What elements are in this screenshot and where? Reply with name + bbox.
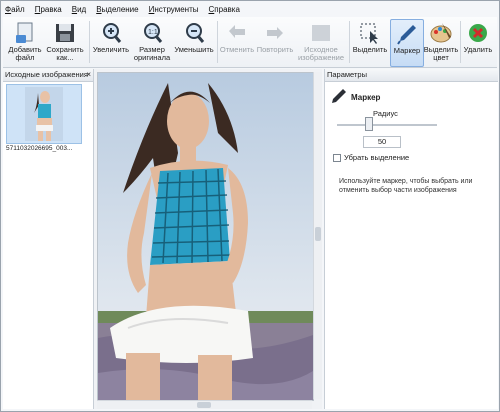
menu-tools[interactable]: Инструменты: [149, 5, 199, 14]
remove-selection-row[interactable]: Убрать выделение: [333, 153, 409, 162]
horizontal-scrollbar[interactable]: [97, 400, 312, 409]
menu-view[interactable]: Вид: [72, 5, 86, 14]
image-canvas-area: [94, 69, 322, 409]
radius-slider-knob[interactable]: [365, 117, 373, 131]
toolbar-separator: [460, 21, 461, 63]
redo-arrow-icon: [263, 21, 287, 45]
thumbnail-photo: [25, 87, 63, 141]
toolbar: Добавить файл Сохранить как... Увеличить…: [3, 17, 497, 68]
remove-selection-label: Убрать выделение: [344, 153, 410, 162]
vertical-scrollbar[interactable]: [313, 72, 322, 399]
image-thumbnail[interactable]: [6, 84, 82, 144]
delete-icon: [466, 21, 490, 45]
menu-bar: Файл Правка Вид Выделение Инструменты Сп…: [5, 3, 240, 15]
select-label: Выделить: [352, 45, 388, 54]
parameters-panel: Параметры Маркер Радиус 50 Убрать выделе…: [324, 69, 498, 409]
radius-value-field[interactable]: 50: [363, 136, 401, 148]
thumbnail-caption: 5711032026695_003...: [6, 145, 73, 152]
add-file-button[interactable]: Добавить файл: [7, 19, 43, 65]
parameters-header: Параметры: [325, 69, 498, 82]
edited-photo[interactable]: [97, 72, 314, 401]
source-image-icon: [309, 21, 333, 45]
horizontal-scroll-thumb[interactable]: [197, 402, 211, 408]
select-color-label: Выделить цвет: [423, 45, 459, 62]
remove-selection-checkbox[interactable]: [333, 153, 341, 162]
original-size-button[interactable]: 1:1 Размер оригинала: [131, 19, 173, 65]
zoom-out-icon: [182, 21, 206, 45]
save-as-label: Сохранить как...: [46, 45, 84, 62]
toolbar-separator: [89, 21, 90, 63]
parameters-title: Параметры: [327, 70, 367, 79]
source-images-panel: Исходные изображения × 5711032026695_003…: [3, 69, 94, 409]
add-file-label: Добавить файл: [8, 45, 42, 62]
marker-hint-text: Используйте маркер, чтобы выбрать или от…: [339, 178, 473, 194]
zoom-in-icon: [99, 21, 123, 45]
select-button[interactable]: Выделить: [351, 19, 389, 65]
menu-edit[interactable]: Правка: [35, 5, 62, 14]
source-images-title: Исходные изображения: [5, 70, 88, 79]
source-images-header: Исходные изображения ×: [3, 69, 93, 82]
tool-name: Маркер: [351, 92, 381, 102]
marker-label: Маркер: [393, 46, 421, 55]
select-cursor-icon: [358, 21, 382, 45]
save-icon: [53, 21, 77, 45]
toolbar-separator: [349, 21, 350, 63]
close-panel-icon[interactable]: ×: [86, 69, 91, 81]
menu-help[interactable]: Справка: [209, 5, 240, 14]
zoom-out-button[interactable]: Уменьшить: [173, 19, 215, 65]
redo-button[interactable]: Повторить: [257, 19, 293, 65]
tool-name-row: Маркер: [329, 87, 380, 107]
vertical-scroll-thumb[interactable]: [315, 227, 321, 241]
delete-button[interactable]: Удалить: [462, 19, 494, 65]
marker-button[interactable]: Маркер: [390, 19, 424, 67]
palette-icon: [429, 21, 453, 45]
original-size-label: Размер оригинала: [133, 45, 171, 62]
source-image-label: Исходное изображение: [297, 45, 345, 62]
marker-pen-icon: [395, 22, 419, 46]
svg-text:1:1: 1:1: [148, 29, 158, 36]
marker-pen-icon: [329, 87, 347, 107]
undo-arrow-icon: [225, 21, 249, 45]
radius-slider-track[interactable]: [337, 124, 437, 126]
undo-label: Отменить: [219, 45, 255, 54]
save-as-button[interactable]: Сохранить как...: [45, 19, 85, 65]
source-image-button[interactable]: Исходное изображение: [296, 19, 346, 65]
add-file-icon: [13, 21, 37, 45]
delete-label: Удалить: [463, 45, 493, 54]
radius-label: Радиус: [373, 109, 398, 118]
zoom-in-label: Увеличить: [92, 45, 130, 54]
menu-file[interactable]: Файл: [5, 5, 25, 14]
original-size-icon: 1:1: [140, 21, 164, 45]
zoom-out-label: Уменьшить: [174, 45, 214, 54]
menu-selection[interactable]: Выделение: [96, 5, 138, 14]
select-color-button[interactable]: Выделить цвет: [423, 19, 459, 65]
undo-button[interactable]: Отменить: [219, 19, 255, 65]
toolbar-separator: [217, 21, 218, 63]
redo-label: Повторить: [256, 45, 294, 54]
zoom-in-button[interactable]: Увеличить: [91, 19, 131, 65]
app-window: Файл Правка Вид Выделение Инструменты Сп…: [0, 0, 500, 412]
